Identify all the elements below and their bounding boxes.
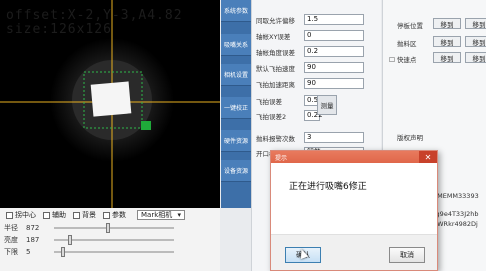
checkbox-center[interactable]: 拐中心 [6,210,36,220]
serial-text: hWRkr4982Dj [433,220,478,228]
serial-text: rg9e4T33J2hb [433,210,479,218]
field-label: 同取允许偏移 [256,16,295,25]
slider-track[interactable] [54,235,174,245]
field-input[interactable]: 0 [304,30,364,41]
checkbox-box[interactable] [73,211,80,219]
slider-label: 半径 [4,224,18,232]
move-to-button-2[interactable]: 移到 [465,18,486,29]
slider-label: 亮度 [4,236,18,244]
field-label: 飞拍误差 [256,97,282,106]
slider-row-brightness: 亮度 187 [4,234,220,246]
slider-value: 5 [26,248,31,256]
checkbox-params[interactable]: 参数 [103,210,126,220]
checkbox-label: 辅助 [52,211,66,219]
camera-sliders: 半径 872 亮度 187 下限 5 [0,222,220,271]
field-row: 同取允许偏移 1.5 [256,14,364,25]
dialog-footer: 确认 取消 [271,234,437,270]
field-row: 抛料报警次数 3 [256,132,364,143]
checkbox-label: 背景 [82,211,96,219]
nav-camera-settings[interactable]: 相机设置 [221,64,251,86]
camera-view: offset:X-2,Y-3,A4.82 size:126x126 [0,0,220,208]
field-input[interactable]: 3 [304,132,364,143]
measure-button[interactable]: 测量 [317,95,337,115]
nav-hardware-resources[interactable]: 硬件资源 [221,130,251,152]
dialog-titlebar[interactable]: 提示 ✕ [271,151,437,163]
chevron-down-icon: ▾ [177,211,181,219]
quick-point-label: 快速点 [396,56,417,64]
camera-select-value: Mark相机 [141,211,173,219]
slider-value: 187 [26,236,40,244]
progress-dialog: 提示 ✕ 正在进行吸嘴6修正 确认 取消 [270,150,438,271]
serial-text: EMEMM33393 [433,192,479,200]
field-row: 飞拍误差 0.5 [256,95,320,106]
slider-row-radius: 半径 872 [4,222,220,234]
field-row: 轴帐角度误差 0.2 [256,46,364,57]
cancel-button[interactable]: 取消 [389,247,425,263]
field-row: 飞拍误差2 0.22 [256,110,323,121]
field-label: 轴帐XY误差 [256,32,291,41]
slider-row-lower: 下限 5 [4,246,220,258]
camera-options: 拐中心 辅助 背景 参数 Mark相机 ▾ [0,208,220,222]
nav-device-resources[interactable]: 设备资源 [221,160,251,182]
dialog-message: 正在进行吸嘴6修正 [289,182,367,192]
checkbox-label: 拐中心 [15,211,36,219]
cancel-label: 取消 [400,251,414,259]
slider-thumb[interactable] [106,223,111,233]
board-position-label: 停板位置 [397,22,423,30]
field-input[interactable]: 90 [304,78,364,89]
slider-value: 872 [26,224,40,232]
dialog-title: 提示 [275,155,288,162]
nav-one-key-calibrate[interactable]: 一键校正 [221,97,251,119]
move-to-button-6[interactable]: 移到 [465,52,486,63]
camera-size-readout: size:126x126 [6,22,112,37]
field-label: 轴帐角度误差 [256,48,295,57]
field-label: 飞拍加速距离 [256,80,295,89]
move-to-button-4[interactable]: 移到 [465,36,486,47]
field-label: 默认飞拍速度 [256,64,295,73]
close-icon[interactable]: ✕ [419,151,437,163]
field-label: 抛料报警次数 [256,134,295,143]
slider-thumb[interactable] [67,235,72,245]
field-input[interactable]: 0.2 [304,46,364,57]
nav-nozzle-relation[interactable]: 吸嘴关系 [221,34,251,56]
checkbox-box[interactable] [103,211,110,219]
throw-area-label: 抛料区 [397,40,417,48]
field-row: 默认飞拍速度 90 [256,62,364,73]
slider-track[interactable] [54,247,174,257]
field-row: 飞拍加速距离 90 [256,78,364,89]
move-to-button-3[interactable]: 移到 [433,36,461,47]
move-to-button-5[interactable]: 移到 [433,52,461,63]
field-input[interactable]: 90 [304,62,364,73]
quick-point-checkbox[interactable]: ☐ 快速点 [389,54,416,64]
nav-system-params[interactable]: 系统参数 [221,0,251,22]
checkbox-box[interactable] [43,211,50,219]
camera-select[interactable]: Mark相机 ▾ [137,210,185,220]
move-to-button[interactable]: 移到 [433,18,461,29]
copyright-label: 版权声明 [397,134,423,142]
checkbox-label: 参数 [112,211,126,219]
slider-label: 下限 [4,248,18,256]
slider-track[interactable] [54,223,174,233]
field-input[interactable]: 1.5 [304,14,364,25]
slider-thumb[interactable] [60,247,65,257]
field-label: 飞拍误差2 [256,112,287,121]
side-nav: 系统参数 吸嘴关系 相机设置 一键校正 硬件资源 设备资源 [221,0,251,208]
app-window: offset:X-2,Y-3,A4.82 size:126x126 拐中心 辅助… [0,0,486,271]
camera-offset-readout: offset:X-2,Y-3,A4.82 [6,8,183,23]
field-row: 轴帐XY误差 0 [256,30,364,41]
checkbox-assist[interactable]: 辅助 [43,210,66,220]
checkbox-box[interactable] [6,211,13,219]
checkbox-background[interactable]: 背景 [73,210,96,220]
